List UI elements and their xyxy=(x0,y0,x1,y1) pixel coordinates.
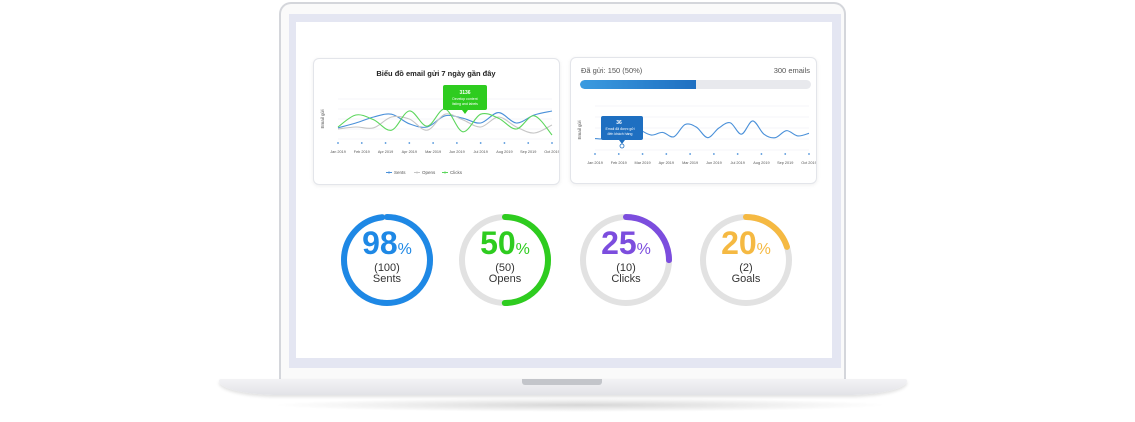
opens-ring: 50% (50) Opens xyxy=(457,212,553,308)
x-tick-label: Mar 2019 xyxy=(635,161,651,165)
series-line xyxy=(337,113,553,134)
sent-progress-card: Đã gửi: 150 (50%) 300 emails Email gửi J… xyxy=(570,57,817,184)
opens-percent: 50% xyxy=(457,226,553,267)
tooltip-line1: Email đã được gửi xyxy=(606,127,635,131)
x-tick-dot xyxy=(360,142,363,144)
x-tick-label: Feb 2019 xyxy=(354,150,370,154)
x-tick-label: Apr 2019 xyxy=(659,161,674,165)
x-tick-label: Feb 2019 xyxy=(611,161,627,165)
x-tick-dot xyxy=(760,153,763,155)
x-tick-label: Jul 2019 xyxy=(730,161,744,165)
goals-label: Goals xyxy=(731,273,761,285)
x-tick-label: Mar 2019 xyxy=(682,161,698,165)
laptop-notch xyxy=(522,379,602,385)
x-tick-label: Mar 2019 xyxy=(425,150,441,154)
clicks-label: Clicks xyxy=(611,273,641,285)
x-tick-dot xyxy=(617,153,620,155)
x-tick-label: Oct 2019 xyxy=(801,161,816,165)
x-tick-dot xyxy=(736,153,739,155)
opens-percent-value: 50 xyxy=(480,225,516,261)
x-tick-label: Jun 2019 xyxy=(449,150,465,154)
clicks-percent-value: 25 xyxy=(601,225,637,261)
x-tick-label: Aug 2019 xyxy=(496,150,512,154)
tooltip-line2: đến khách hàng xyxy=(608,132,633,136)
x-tick-dot xyxy=(665,153,668,155)
tooltip-line1: Develop content xyxy=(452,97,477,101)
tooltip-value: 36 xyxy=(616,120,622,126)
legend-marker xyxy=(444,171,446,174)
x-tick-label: Apr 2019 xyxy=(402,150,417,154)
laptop-shadow xyxy=(270,398,890,412)
x-tick-dot xyxy=(503,142,506,144)
tooltip-line2: listing and labels xyxy=(452,102,478,106)
x-tick-dot xyxy=(527,142,530,144)
goals-percent-value: 20 xyxy=(721,225,757,261)
x-tick-dot xyxy=(712,153,715,155)
percent-sign: % xyxy=(515,241,530,258)
y-axis-label: Email gửi xyxy=(319,109,325,128)
legend-marker xyxy=(416,171,418,174)
chart-tooltip: 3136 Develop content listing and labels xyxy=(443,85,487,114)
x-tick-label: Oct 2019 xyxy=(544,150,559,154)
x-tick-label: Sep 2019 xyxy=(520,150,536,154)
x-tick-label: Jul 2019 xyxy=(473,150,487,154)
sents-label: Sents xyxy=(372,273,402,285)
chart-tooltip: 36 Email đã được gửi đến khách hàng xyxy=(601,116,643,149)
sents-percent: 98% xyxy=(339,226,435,267)
x-tick-label: Sep 2019 xyxy=(777,161,793,165)
x-tick-dot xyxy=(455,142,458,144)
x-tick-label: Apr 2019 xyxy=(378,150,393,154)
x-tick-dot xyxy=(808,153,810,155)
clicks-ring: 25% (10) Clicks xyxy=(578,212,674,308)
x-tick-dot xyxy=(784,153,787,155)
legend-marker xyxy=(388,171,390,174)
x-tick-dot xyxy=(337,142,339,144)
percent-sign: % xyxy=(397,241,412,258)
x-tick-dot xyxy=(641,153,644,155)
sent-line-chart: Email gửi Jan 2019 Feb 2019 Mar 2019 Apr 20… xyxy=(576,105,816,165)
goals-ring: 20% (2) Goals xyxy=(698,212,794,308)
x-tick-label: Jan 2019 xyxy=(587,161,603,165)
clicks-percent: 25% xyxy=(578,226,674,267)
x-tick-label: Jan 2019 xyxy=(330,150,346,154)
chart-title: Biểu đồ email gửi 7 ngày gần đây xyxy=(376,69,496,78)
x-tick-dot xyxy=(384,142,387,144)
x-tick-dot xyxy=(551,142,553,144)
email-line-chart: Biểu đồ email gửi 7 ngày gần đây Email g… xyxy=(319,69,560,175)
tooltip-value: 3136 xyxy=(459,90,470,96)
x-tick-dot xyxy=(432,142,435,144)
y-axis-label: Email gửi xyxy=(576,120,582,139)
percent-sign: % xyxy=(636,241,651,258)
x-tick-dot xyxy=(594,153,596,155)
email-chart-card: Biểu đồ email gửi 7 ngày gần đây Email g… xyxy=(313,58,560,185)
opens-label: Opens xyxy=(488,273,522,285)
legend-label: Sents xyxy=(394,170,406,175)
legend-label: Clicks xyxy=(450,170,463,175)
goals-percent: 20% xyxy=(698,226,794,267)
x-tick-dot xyxy=(689,153,692,155)
x-tick-dot xyxy=(479,142,482,144)
x-tick-label: Aug 2019 xyxy=(753,161,769,165)
sents-percent-value: 98 xyxy=(362,225,398,261)
x-tick-dot xyxy=(408,142,411,144)
percent-sign: % xyxy=(756,241,771,258)
series-line xyxy=(337,110,553,129)
x-tick-label: Jun 2019 xyxy=(706,161,722,165)
legend-label: Opens xyxy=(422,170,436,175)
sents-ring: 98% (100) Sents xyxy=(339,212,435,308)
